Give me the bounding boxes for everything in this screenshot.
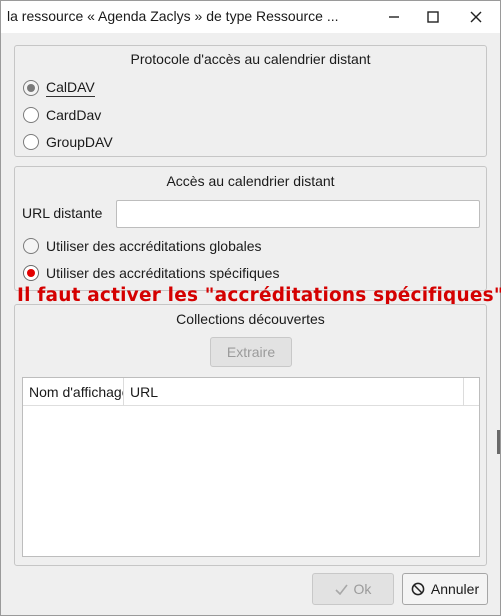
ok-button[interactable]: Ok <box>312 573 394 605</box>
ok-label: Ok <box>353 581 372 597</box>
column-header-url[interactable]: URL <box>124 378 464 406</box>
annotation-text: Il faut activer les "accréditations spéc… <box>17 285 501 306</box>
radio-caldav[interactable]: CalDAV <box>23 78 95 98</box>
url-input[interactable] <box>116 200 480 228</box>
close-icon <box>470 11 482 23</box>
radio-indicator[interactable] <box>23 134 39 150</box>
title-bar: la ressource « Agenda Zaclys » de type R… <box>1 1 500 33</box>
window-title: la ressource « Agenda Zaclys » de type R… <box>7 8 339 24</box>
url-label: URL distante <box>22 205 103 221</box>
radio-groupdav[interactable]: GroupDAV <box>23 132 113 152</box>
access-groupbox: Accès au calendrier distant URL distante… <box>14 166 487 291</box>
column-separator[interactable] <box>463 378 464 406</box>
check-icon <box>334 584 348 595</box>
radio-label: Utiliser des accréditations spécifiques <box>46 265 280 281</box>
radio-indicator[interactable] <box>23 265 39 281</box>
cancel-label: Annuler <box>430 581 480 597</box>
window-resize-edge[interactable] <box>497 430 500 454</box>
radio-label: CalDAV <box>46 79 95 97</box>
collections-table[interactable]: Nom d'affichage URL <box>22 377 480 557</box>
radio-indicator[interactable] <box>23 238 39 254</box>
radio-label: Utiliser des accréditations globales <box>46 238 262 254</box>
close-button[interactable] <box>456 1 496 33</box>
collections-group-title: Collections découvertes <box>176 311 325 327</box>
radio-carddav[interactable]: CardDav <box>23 105 101 125</box>
radio-global-credentials[interactable]: Utiliser des accréditations globales <box>23 236 262 256</box>
cancel-button[interactable]: Annuler <box>402 573 488 605</box>
maximize-icon <box>427 11 439 23</box>
radio-specific-credentials[interactable]: Utiliser des accréditations spécifiques <box>23 263 279 283</box>
protocol-groupbox: Protocole d'accès au calendrier distant … <box>14 45 487 157</box>
cancel-icon <box>411 582 425 596</box>
extract-button[interactable]: Extraire <box>210 337 292 367</box>
access-group-title: Accès au calendrier distant <box>166 173 335 189</box>
radio-label: CardDav <box>46 107 102 123</box>
protocol-group-title: Protocole d'accès au calendrier distant <box>130 51 371 67</box>
minimize-icon <box>388 11 400 23</box>
column-header-display-name[interactable]: Nom d'affichage <box>23 378 123 406</box>
dialog-window: la ressource « Agenda Zaclys » de type R… <box>0 0 501 616</box>
table-header: Nom d'affichage URL <box>23 378 479 406</box>
radio-indicator[interactable] <box>23 80 39 96</box>
maximize-button[interactable] <box>413 1 453 33</box>
collections-groupbox: Collections découvertes Extraire Nom d'a… <box>14 304 487 566</box>
radio-indicator[interactable] <box>23 107 39 123</box>
minimize-button[interactable] <box>374 1 414 33</box>
radio-label: GroupDAV <box>46 134 113 150</box>
